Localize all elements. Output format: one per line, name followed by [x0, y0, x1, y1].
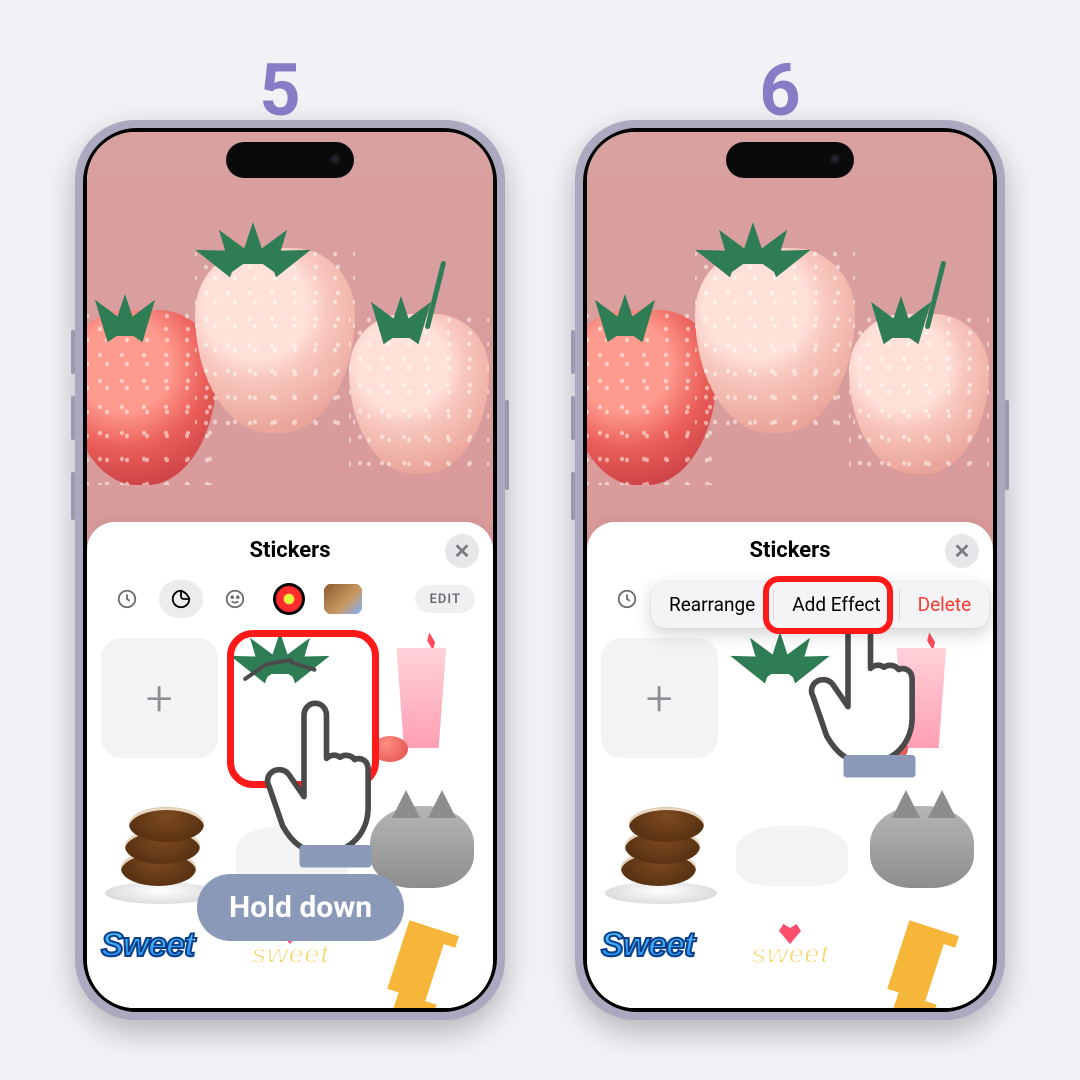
panel-title: Stickers [587, 538, 993, 563]
sticker-sweet-text[interactable]: Sweet [601, 926, 718, 1008]
sweet-label: Sweet [101, 926, 194, 965]
clock-icon [116, 588, 138, 610]
sticker-pack-icon [273, 583, 305, 615]
sticker-peel-icon [170, 588, 192, 610]
panel-title: Stickers [87, 538, 493, 563]
add-sticker-button[interactable]: + [101, 638, 218, 758]
sticker-sweet-text[interactable]: Sweet [101, 926, 218, 1008]
menu-rearrange[interactable]: Rearrange [651, 582, 773, 628]
sticker-strawberry[interactable] [232, 638, 349, 768]
plus-icon: + [146, 670, 173, 727]
sticker-pack-icon [324, 584, 362, 614]
add-sticker-button[interactable]: + [601, 638, 718, 758]
dynamic-island [726, 142, 854, 178]
highlight-add-effect [763, 576, 893, 634]
close-button[interactable]: ✕ [945, 534, 979, 568]
edit-button[interactable]: EDIT [415, 585, 475, 613]
screen-step-6: Stickers ✕ Rearrange [587, 132, 993, 1008]
sticker-grid: + [87, 624, 493, 1008]
tab-emoji[interactable] [213, 580, 257, 618]
sticker-smoothie[interactable] [362, 638, 479, 768]
sticker-kitten[interactable] [862, 782, 979, 912]
tutorial-stage: 5 6 [0, 0, 1080, 1080]
plus-icon: + [646, 670, 673, 727]
tab-recents[interactable] [105, 580, 149, 618]
phone-step-5: Stickers ✕ [75, 120, 505, 1020]
sticker-context-menu: Rearrange Add Effect Delete [651, 582, 989, 628]
sticker-grid: + [587, 624, 993, 1008]
sweet-label: Sweet [601, 926, 694, 965]
screen-step-5: Stickers ✕ [87, 132, 493, 1008]
photo-preview [87, 132, 493, 552]
dynamic-island [226, 142, 354, 178]
stickers-panel: Stickers ✕ Rearrange [587, 522, 993, 1008]
hold-down-hint: Hold down [197, 874, 404, 941]
menu-delete[interactable]: Delete [900, 582, 990, 628]
sticker-donuts[interactable] [601, 782, 718, 912]
sticker-strawberry[interactable] [732, 638, 849, 768]
sticker-sweet-heart[interactable]: sweet [732, 926, 849, 1008]
sticker-category-tabs: EDIT [87, 580, 493, 624]
sticker-white-cat[interactable] [732, 782, 849, 912]
close-button[interactable]: ✕ [445, 534, 479, 568]
sticker-smoothie[interactable] [862, 638, 979, 768]
smiley-icon [224, 588, 246, 610]
tab-pack-1[interactable] [267, 580, 311, 618]
tab-recents[interactable] [605, 580, 649, 618]
phone-step-6: Stickers ✕ Rearrange [575, 120, 1005, 1020]
sticker-pixel-food[interactable] [862, 926, 979, 1008]
close-icon: ✕ [954, 539, 971, 563]
tab-pack-2[interactable] [321, 580, 365, 618]
photo-preview [587, 132, 993, 552]
tab-stickers[interactable] [159, 580, 203, 618]
clock-icon [616, 588, 638, 610]
close-icon: ✕ [454, 539, 471, 563]
